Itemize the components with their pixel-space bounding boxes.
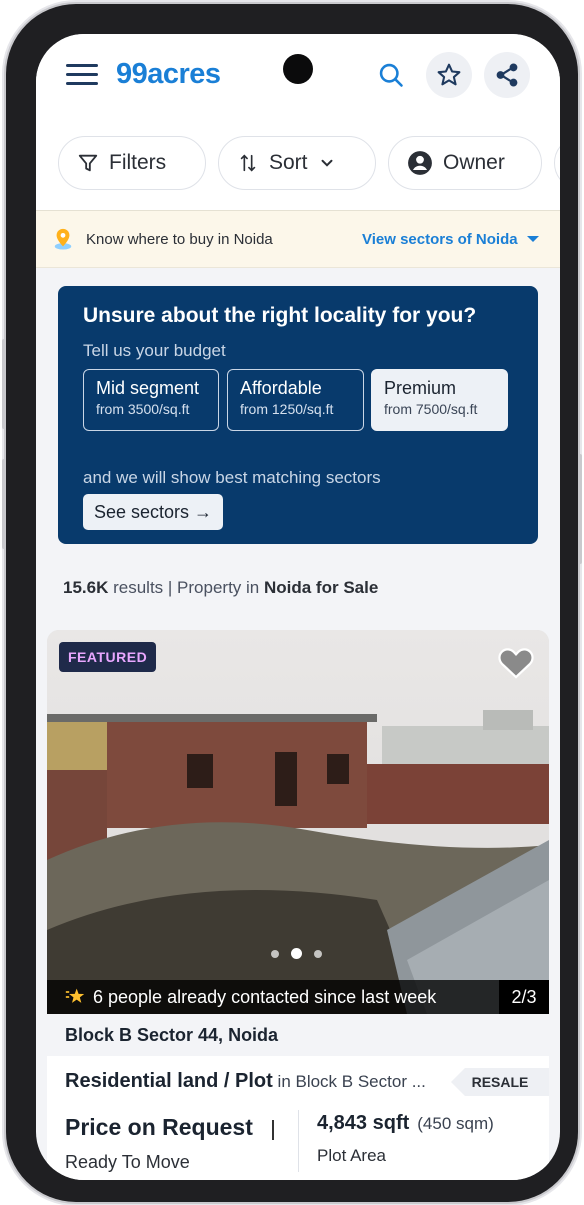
budget-option-price: from 1250/sq.ft [240, 401, 334, 417]
results-prefix: Property in [177, 578, 264, 597]
divider [298, 1110, 299, 1172]
view-sectors-link[interactable]: View sectors of Noida [362, 231, 540, 248]
featured-badge: FEATURED [59, 642, 157, 672]
budget-option-affordable[interactable]: Affordable from 1250/sq.ft [227, 369, 364, 431]
favorite-heart-icon[interactable] [497, 644, 535, 680]
contact-activity-bar: 6 people already contacted since last we… [47, 980, 549, 1014]
search-icon[interactable] [368, 52, 414, 98]
star-icon[interactable] [426, 52, 472, 98]
results-location: Noida for Sale [263, 578, 379, 597]
filters-chip-label: Filters [109, 151, 167, 174]
power-button [578, 454, 582, 564]
sort-chip-label: Sort [269, 151, 308, 174]
property-type-label: Residential land / Plot [65, 1070, 273, 1092]
front-camera [283, 54, 313, 84]
sparkle-star-icon [65, 988, 85, 1003]
results-summary: 15.6K results | Property in Noida for Sa… [63, 578, 378, 598]
property-price: Price on Request [65, 1114, 253, 1140]
map-pin-icon [54, 228, 72, 250]
volume-button [2, 339, 6, 429]
area-sqft: 4,843 sqft [317, 1112, 410, 1134]
budget-option-title: Affordable [240, 378, 322, 398]
property-type-location: in Block B Sector ... [272, 1072, 426, 1091]
filter-icon [78, 154, 98, 172]
budget-option-price: from 7500/sq.ft [384, 401, 478, 417]
user-icon [408, 151, 432, 175]
resale-tag: RESALE [451, 1068, 549, 1096]
carousel-dot[interactable] [271, 949, 279, 958]
budget-option-premium[interactable]: Premium from 7500/sq.ft [371, 369, 508, 431]
area-label: Plot Area [317, 1146, 386, 1165]
results-word: results [108, 578, 164, 597]
property-locality: Block B Sector 44, Noida [47, 1014, 549, 1056]
volume-button-lower [2, 459, 6, 549]
contact-activity-text: 6 people already contacted since last we… [93, 986, 437, 1007]
phone-frame: 99acres Filters Sort Owner Know where to… [2, 4, 582, 1202]
caret-down-icon [526, 236, 539, 242]
area-sqm: (450 sqm) [417, 1114, 494, 1133]
results-count: 15.6K [63, 578, 109, 597]
carousel-dot-active[interactable] [291, 948, 302, 959]
share-icon[interactable] [484, 52, 530, 98]
promo-title: Unsure about the right locality for you? [83, 304, 477, 327]
hamburger-menu-icon[interactable] [66, 64, 98, 88]
more-chip[interactable] [554, 136, 560, 190]
budget-option-price: from 3500/sq.ft [96, 401, 190, 417]
locality-notice-bar: Know where to buy in Noida View sectors … [36, 210, 560, 268]
photo-counter: 2/3 [499, 980, 549, 1014]
budget-option-title: Premium [384, 378, 457, 398]
see-sectors-button[interactable]: See sectors → [83, 494, 224, 530]
promo-note: and we will show best matching sectors [83, 468, 381, 487]
view-sectors-label: View sectors of Noida [362, 230, 518, 248]
owner-chip-label: Owner [443, 151, 505, 174]
price-separator [272, 1120, 274, 1140]
sort-icon [240, 154, 256, 172]
property-listing-card[interactable]: FEATURED 6 people already contacted sinc… [47, 630, 549, 1180]
results-separator: | [163, 578, 178, 597]
owner-chip[interactable]: Owner [388, 136, 542, 190]
property-area: 4,843 sqft (450 sqm) [317, 1112, 494, 1135]
filters-chip[interactable]: Filters [58, 136, 206, 190]
notice-text: Know where to buy in Noida [86, 230, 273, 248]
screen: 99acres Filters Sort Owner Know where to… [36, 34, 560, 1180]
logo[interactable]: 99acres [116, 58, 221, 91]
carousel-dot[interactable] [314, 949, 322, 958]
promo-subtitle: Tell us your budget [83, 341, 226, 360]
filter-chip-row: Filters Sort Owner [58, 136, 560, 192]
property-type[interactable]: Residential land / Plot in Block B Secto… [65, 1070, 426, 1093]
chevron-down-icon [321, 159, 332, 167]
property-status: Ready To Move [65, 1152, 190, 1172]
carousel-dots [271, 948, 322, 959]
locality-budget-card: Unsure about the right locality for you?… [58, 286, 538, 544]
budget-option-title: Mid segment [96, 378, 200, 398]
property-photo[interactable]: FEATURED 6 people already contacted sinc… [47, 630, 549, 1014]
sort-chip[interactable]: Sort [218, 136, 376, 190]
budget-option-mid-segment[interactable]: Mid segment from 3500/sq.ft [83, 369, 219, 431]
